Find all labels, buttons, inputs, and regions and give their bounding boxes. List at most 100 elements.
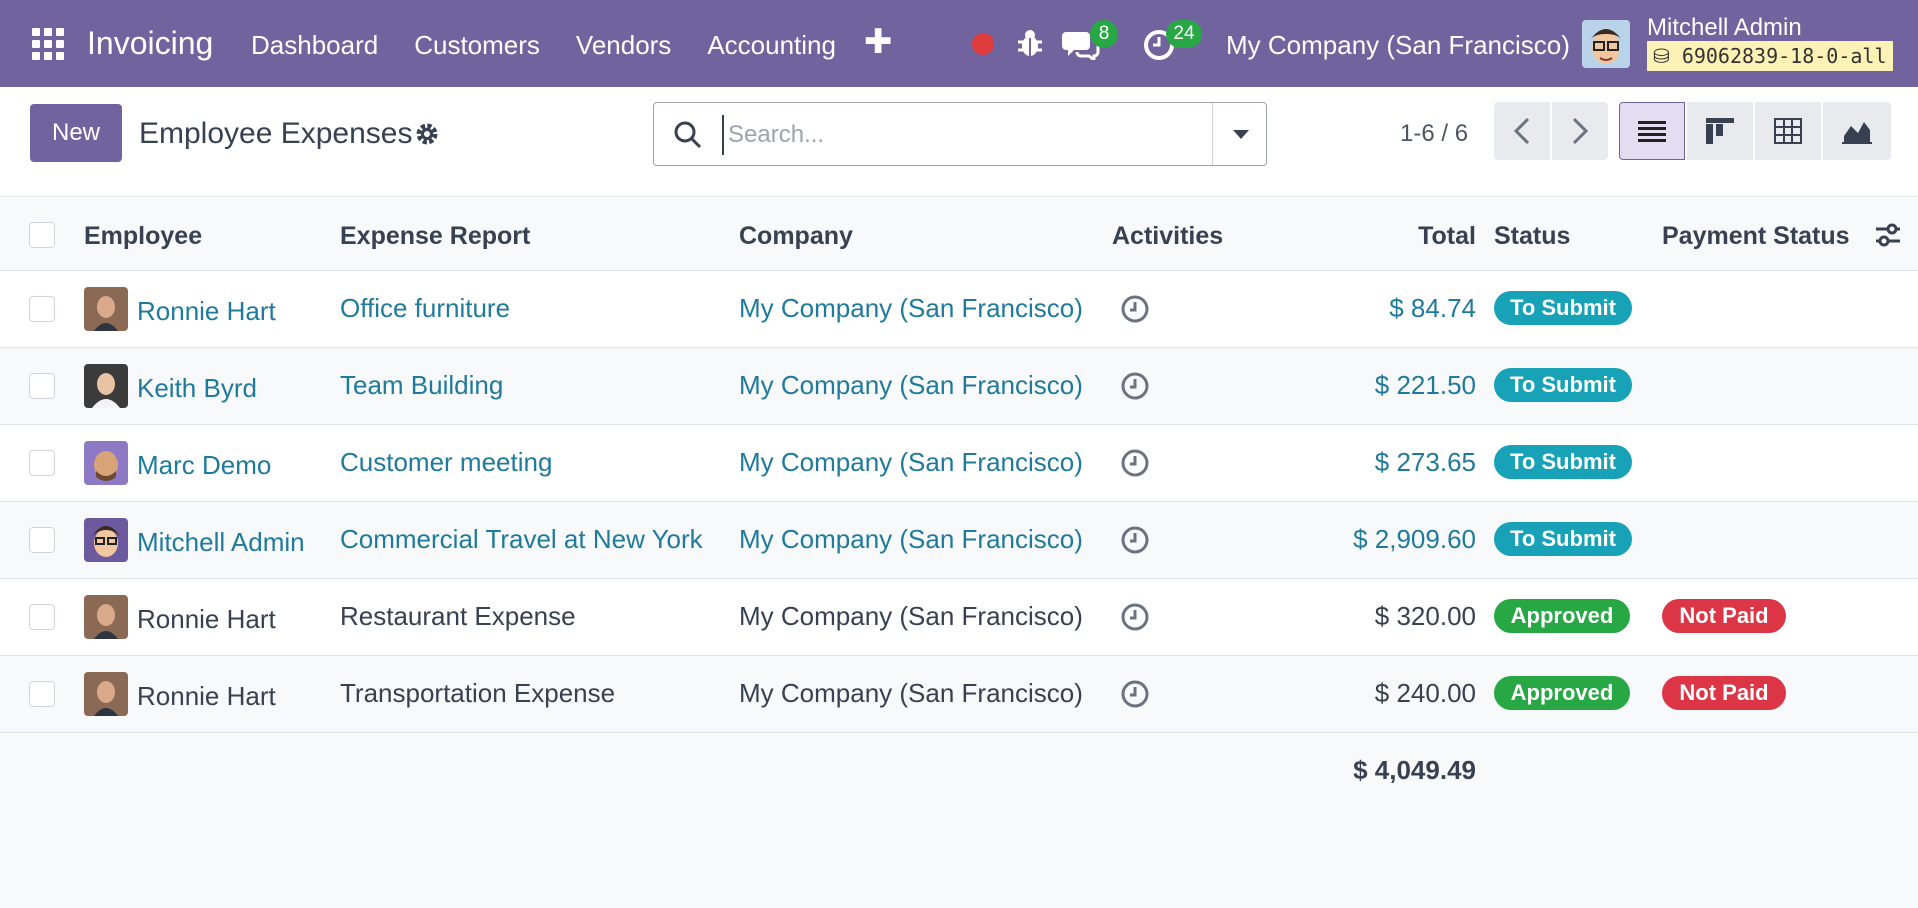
search-input[interactable] — [722, 115, 1242, 155]
company-cell[interactable]: My Company (San Francisco) — [739, 524, 1083, 555]
list-view-icon — [1638, 121, 1666, 142]
apps-grid-icon[interactable] — [32, 28, 64, 60]
header-payment-status[interactable]: Payment Status — [1662, 222, 1850, 251]
pivot-view-icon — [1774, 118, 1802, 144]
employee-name[interactable]: Mitchell Admin — [137, 527, 305, 558]
header-activities[interactable]: Activities — [1112, 222, 1223, 251]
activity-clock-icon[interactable] — [1120, 448, 1150, 478]
employee-name[interactable]: Ronnie Hart — [137, 604, 276, 635]
chevron-left-icon — [1513, 117, 1530, 145]
employee-name[interactable]: Ronnie Hart — [137, 296, 276, 327]
list-view-button[interactable] — [1619, 102, 1685, 160]
employee-avatar[interactable] — [84, 441, 128, 485]
user-name[interactable]: Mitchell Admin — [1647, 14, 1802, 42]
row-checkbox[interactable] — [29, 450, 55, 476]
activity-clock-icon[interactable] — [1120, 602, 1150, 632]
database-chip: ⛁ 69062839-18-0-all — [1647, 41, 1893, 71]
payment-status-badge: Not Paid — [1662, 676, 1786, 710]
total-amount: $ 273.65 — [1374, 447, 1476, 477]
employee-avatar[interactable] — [84, 595, 128, 639]
employee-name[interactable]: Ronnie Hart — [137, 681, 276, 712]
top-navbar: Invoicing Dashboard Customers Vendors Ac… — [0, 0, 1918, 87]
graph-view-button[interactable] — [1823, 102, 1891, 160]
employee-avatar[interactable] — [84, 672, 128, 716]
status-badge: To Submit — [1494, 368, 1632, 402]
expense-report[interactable]: Customer meeting — [340, 447, 552, 478]
table-header: Employee Expense Report Company Activiti… — [0, 198, 1918, 271]
kanban-view-button[interactable] — [1687, 102, 1753, 160]
employee-name[interactable]: Keith Byrd — [137, 373, 257, 404]
row-checkbox[interactable] — [29, 373, 55, 399]
kanban-view-icon — [1706, 118, 1734, 144]
row-checkbox[interactable] — [29, 527, 55, 553]
select-all-checkbox[interactable] — [29, 222, 55, 248]
plus-icon[interactable]: ✚ — [864, 22, 893, 62]
table-row[interactable]: Ronnie Hart Office furniture My Company … — [0, 271, 1918, 348]
row-checkbox[interactable] — [29, 296, 55, 322]
page-title: Employee Expenses — [139, 117, 413, 150]
expense-report[interactable]: Commercial Travel at New York — [340, 524, 703, 555]
company-cell[interactable]: My Company (San Francisco) — [739, 447, 1083, 478]
header-company[interactable]: Company — [739, 222, 853, 251]
column-options-icon[interactable] — [1874, 222, 1902, 248]
header-expense-report[interactable]: Expense Report — [340, 222, 530, 251]
table-row[interactable]: Keith Byrd Team Building My Company (San… — [0, 348, 1918, 425]
row-checkbox[interactable] — [29, 681, 55, 707]
status-badge: To Submit — [1494, 522, 1632, 556]
employee-avatar[interactable] — [84, 364, 128, 408]
grand-total: $ 4,049.49 — [1353, 755, 1476, 785]
total-amount: $ 240.00 — [1374, 678, 1476, 708]
app-brand[interactable]: Invoicing — [87, 25, 213, 62]
pager-value[interactable]: 1-6 / 6 — [1400, 120, 1468, 148]
menu-dashboard[interactable]: Dashboard — [251, 30, 378, 61]
employee-avatar[interactable] — [84, 518, 128, 562]
company-cell[interactable]: My Company (San Francisco) — [739, 678, 1083, 709]
search-options-toggle[interactable] — [1212, 103, 1268, 165]
menu-vendors[interactable]: Vendors — [576, 30, 671, 61]
total-amount: $ 84.74 — [1389, 293, 1476, 323]
activities-count-badge: 24 — [1166, 20, 1202, 48]
status-badge: To Submit — [1494, 291, 1632, 325]
status-badge: Approved — [1494, 676, 1630, 710]
record-icon[interactable] — [972, 33, 994, 55]
expense-report[interactable]: Team Building — [340, 370, 503, 401]
header-total[interactable]: Total — [1418, 222, 1476, 251]
table-row[interactable]: Ronnie Hart Restaurant Expense My Compan… — [0, 579, 1918, 656]
bug-icon[interactable] — [1016, 28, 1044, 58]
company-cell[interactable]: My Company (San Francisco) — [739, 370, 1083, 401]
caret-down-icon — [1232, 129, 1249, 139]
company-switcher[interactable]: My Company (San Francisco) — [1226, 30, 1570, 61]
company-cell[interactable]: My Company (San Francisco) — [739, 293, 1083, 324]
table-row[interactable]: Mitchell Admin Commercial Travel at New … — [0, 502, 1918, 579]
activity-clock-icon[interactable] — [1120, 525, 1150, 555]
gear-icon[interactable] — [414, 121, 440, 147]
employee-avatar[interactable] — [84, 287, 128, 331]
new-button[interactable]: New — [30, 104, 122, 162]
table-footer: $ 4,049.49 — [0, 735, 1918, 908]
activity-clock-icon[interactable] — [1120, 371, 1150, 401]
row-checkbox[interactable] — [29, 604, 55, 630]
status-badge: Approved — [1494, 599, 1630, 633]
header-status[interactable]: Status — [1494, 222, 1570, 251]
activity-clock-icon[interactable] — [1120, 679, 1150, 709]
table-row[interactable]: Marc Demo Customer meeting My Company (S… — [0, 425, 1918, 502]
user-avatar[interactable] — [1582, 20, 1630, 68]
table-row[interactable]: Ronnie Hart Transportation Expense My Co… — [0, 656, 1918, 733]
menu-customers[interactable]: Customers — [414, 30, 540, 61]
expense-report[interactable]: Transportation Expense — [340, 678, 615, 709]
expense-report[interactable]: Restaurant Expense — [340, 601, 576, 632]
activity-clock-icon[interactable] — [1120, 294, 1150, 324]
control-panel: New Employee Expenses 1-6 / 6 — [0, 87, 1918, 197]
expense-report[interactable]: Office furniture — [340, 293, 510, 324]
pivot-view-button[interactable] — [1755, 102, 1821, 160]
employee-name[interactable]: Marc Demo — [137, 450, 271, 481]
database-name: 69062839-18-0-all — [1681, 44, 1887, 68]
chevron-right-icon — [1572, 117, 1589, 145]
menu-accounting[interactable]: Accounting — [707, 30, 836, 61]
messages-count-badge: 8 — [1090, 20, 1118, 48]
pager-next-button[interactable] — [1552, 102, 1608, 160]
header-employee[interactable]: Employee — [84, 222, 202, 251]
pager-previous-button[interactable] — [1494, 102, 1550, 160]
company-cell[interactable]: My Company (San Francisco) — [739, 601, 1083, 632]
payment-status-badge: Not Paid — [1662, 599, 1786, 633]
